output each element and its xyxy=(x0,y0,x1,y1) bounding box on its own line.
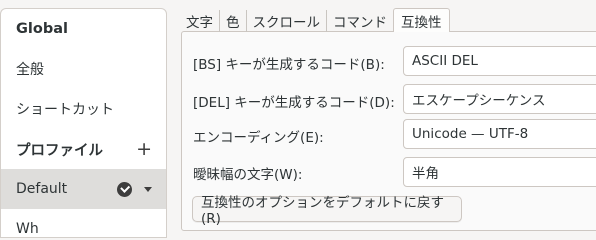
sidebar-item-label: Wh xyxy=(16,221,39,237)
tab-colors[interactable]: 色 xyxy=(220,10,247,32)
chevron-down-icon[interactable] xyxy=(144,186,152,192)
tab-text[interactable]: 文字 xyxy=(181,10,220,32)
sidebar-item-label: Default xyxy=(16,181,68,197)
ambiguous-width-label: 曖昧幅の文字(W): xyxy=(193,167,303,183)
sidebar-item-global[interactable]: Global xyxy=(1,9,166,49)
add-profile-button[interactable]: + xyxy=(136,138,152,160)
tab-compatibility[interactable]: 互換性 xyxy=(393,8,450,32)
sidebar-item-label: Global xyxy=(16,21,68,37)
sidebar-item-label: プロファイル xyxy=(16,142,103,159)
sidebar-item-default-profile[interactable]: Default xyxy=(1,169,166,209)
sidebar: Global 全般 ショートカット プロファイル + Default Wh xyxy=(0,8,167,238)
sidebar-item-profiles: プロファイル + xyxy=(1,129,166,169)
sidebar-item-label: 全般 xyxy=(16,62,44,78)
sidebar-item-profile[interactable]: Wh xyxy=(1,209,166,237)
delete-key-label: [DEL] キーが生成するコード(D): xyxy=(193,95,395,111)
encoding-dropdown[interactable]: Unicode — UTF-8 xyxy=(403,119,596,149)
preferences-window: Global 全般 ショートカット プロファイル + Default Wh 文字 xyxy=(0,0,596,238)
tab-command[interactable]: コマンド xyxy=(327,10,393,32)
encoding-label: エンコーディング(E): xyxy=(193,130,324,146)
sidebar-item-general[interactable]: 全般 xyxy=(1,49,166,89)
sidebar-item-label: ショートカット xyxy=(16,102,114,118)
tab-bar: 文字 色 スクロール コマンド 互換性 xyxy=(181,8,450,32)
check-circle-icon xyxy=(117,181,132,197)
ambiguous-width-dropdown[interactable]: 半角 xyxy=(403,157,596,187)
delete-key-dropdown[interactable]: エスケープシーケンス xyxy=(403,84,596,114)
tab-scrolling[interactable]: スクロール xyxy=(247,10,327,32)
backspace-key-label: [BS] キーが生成するコード(B): xyxy=(193,57,385,73)
backspace-key-dropdown[interactable]: ASCII DEL xyxy=(403,46,596,76)
sidebar-item-shortcuts[interactable]: ショートカット xyxy=(1,89,166,129)
reset-compatibility-button[interactable]: 互換性のオプションをデフォルトに戻す(R) xyxy=(192,195,462,227)
